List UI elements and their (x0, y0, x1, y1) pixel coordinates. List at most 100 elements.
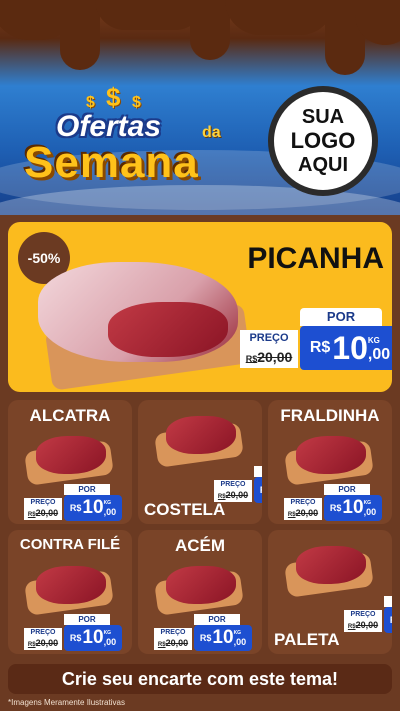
old-price-value: 20,00 (295, 508, 319, 518)
price-tag: POR PREÇO R$20,00 R$ 10 KG ,00 (344, 596, 392, 634)
hero-product-name: PICANHA (247, 242, 384, 275)
new-price: R$ 10 KG ,00 (300, 326, 392, 370)
header-banner: $ $ $ Ofertas da Semana SUA LOGO AQUI (0, 0, 400, 215)
currency: R$ (157, 642, 166, 648)
old-price-label: PREÇO (240, 330, 298, 346)
title-semana: Semana (24, 138, 199, 187)
price-dec-wrap: KG ,00 (104, 499, 117, 517)
currency: R$ (390, 615, 392, 625)
new-price: R$ 10 KG ,00 (64, 625, 122, 651)
new-price: R$ 10 KG ,00 (384, 607, 392, 633)
new-price-label: POR (64, 614, 110, 625)
product-card: ACÉM POR PREÇO R$20,00 R$ 10 KG ,00 (138, 530, 262, 654)
old-price: R$20,00 (240, 346, 298, 368)
hero-offer-picanha: -50% PICANHA POR PREÇO R$20,00 R$ 10 KG … (8, 222, 392, 392)
logo-line: SUA (301, 106, 345, 128)
old-price: R$20,00 (214, 489, 252, 502)
product-name: CONTRA FILÉ (19, 536, 121, 553)
price-int: 10 (82, 627, 104, 648)
price-int: 10 (342, 497, 364, 518)
title-ofertas-da-semana: $ $ $ Ofertas da Semana (20, 80, 260, 190)
chocolate-drip (190, 0, 230, 60)
chocolate-drip (225, 0, 335, 35)
new-price-label: POR (254, 466, 262, 477)
new-price-label: POR (194, 614, 240, 625)
currency: R$ (217, 494, 226, 500)
price-int: 10 (332, 329, 368, 366)
price-dec-wrap: KG ,00 (104, 629, 117, 647)
currency: R$ (329, 503, 342, 513)
old-price: R$20,00 (344, 619, 382, 632)
cta-button[interactable]: Crie seu encarte com este tema! (8, 664, 392, 694)
product-image (36, 436, 106, 474)
currency: R$ (69, 503, 82, 513)
price-dec: ,00 (103, 637, 117, 647)
old-price-value: 20,00 (35, 638, 59, 648)
product-card: FRALDINHA POR PREÇO R$20,00 R$ 10 KG ,00 (268, 400, 392, 524)
dollar-icon: $ (106, 82, 121, 112)
currency: R$ (347, 624, 356, 630)
currency: R$ (245, 354, 258, 364)
new-price-label: POR (384, 596, 392, 607)
product-card: CONTRA FILÉ POR PREÇO R$20,00 R$ 10 KG ,… (8, 530, 132, 654)
product-image (166, 416, 236, 454)
title-da: da (202, 124, 221, 141)
product-card: PALETA POR PREÇO R$20,00 R$ 10 KG ,00 (268, 530, 392, 654)
meat-cut (108, 302, 228, 357)
currency: R$ (260, 485, 262, 495)
product-image (296, 546, 366, 584)
new-price: R$ 10 KG ,00 (64, 495, 122, 521)
product-card: COSTELA POR PREÇO R$20,00 R$ 10 KG ,00 (138, 400, 262, 524)
currency: R$ (309, 339, 331, 356)
product-card: ALCATRA POR PREÇO R$20,00 R$ 10 KG ,00 (8, 400, 132, 524)
price-dec-wrap: KG ,00 (364, 499, 377, 517)
old-price-label: PREÇO (344, 610, 382, 619)
old-price: R$20,00 (284, 507, 322, 520)
old-price: R$20,00 (24, 507, 62, 520)
old-price-value: 20,00 (165, 638, 189, 648)
chocolate-drip (60, 0, 100, 70)
product-image (166, 566, 236, 604)
currency: R$ (27, 512, 36, 518)
old-price-label: PREÇO (284, 498, 322, 507)
product-image (36, 566, 106, 604)
old-price-label: PREÇO (24, 628, 62, 637)
price-dec-wrap: KG ,00 (367, 334, 391, 363)
price-int: 10 (212, 627, 234, 648)
old-price-label: PREÇO (154, 628, 192, 637)
price-dec: ,00 (367, 346, 391, 363)
old-price: R$20,00 (24, 637, 62, 650)
old-price-value: 20,00 (355, 620, 379, 630)
new-price-label: POR (300, 308, 382, 326)
new-price: R$ 10 KG ,00 (254, 477, 262, 503)
old-price: R$20,00 (154, 637, 192, 650)
price-dec: ,00 (233, 637, 247, 647)
disclaimer-note: *Imagens Meramente Ilustrativas (8, 698, 125, 707)
currency: R$ (69, 633, 82, 643)
old-price-label: PREÇO (214, 480, 252, 489)
product-image (296, 436, 366, 474)
product-name: ALCATRA (29, 406, 111, 425)
price-tag: POR PREÇO R$20,00 R$ 10 KG ,00 (154, 614, 254, 652)
logo-line: AQUI (298, 154, 348, 176)
price-dec: ,00 (363, 507, 377, 517)
price-dec-wrap: KG ,00 (234, 629, 247, 647)
new-price-label: POR (324, 484, 370, 495)
price-tag: POR PREÇO R$20,00 R$ 10 KG ,00 (24, 484, 124, 522)
logo-line: LOGO (290, 128, 356, 153)
product-name: FRALDINHA (280, 406, 380, 425)
currency: R$ (27, 642, 36, 648)
chocolate-drip (95, 0, 205, 30)
new-price: R$ 10 KG ,00 (324, 495, 382, 521)
price-dec: ,00 (103, 507, 117, 517)
price-tag: POR PREÇO R$20,00 R$ 10 KG ,00 (24, 614, 124, 652)
old-price-value: 20,00 (35, 508, 59, 518)
new-price-label: POR (64, 484, 110, 495)
old-price-label: PREÇO (24, 498, 62, 507)
price-tag: POR PREÇO R$20,00 R$ 10 KG ,00 (214, 466, 262, 504)
currency: R$ (287, 512, 296, 518)
product-name: ACÉM (174, 536, 226, 555)
price-int: 10 (82, 497, 104, 518)
price-tag: POR PREÇO R$20,00 R$ 10 KG ,00 (284, 484, 384, 522)
hero-price-tag: POR PREÇO R$20,00 R$ 10 KG ,00 (240, 308, 392, 374)
